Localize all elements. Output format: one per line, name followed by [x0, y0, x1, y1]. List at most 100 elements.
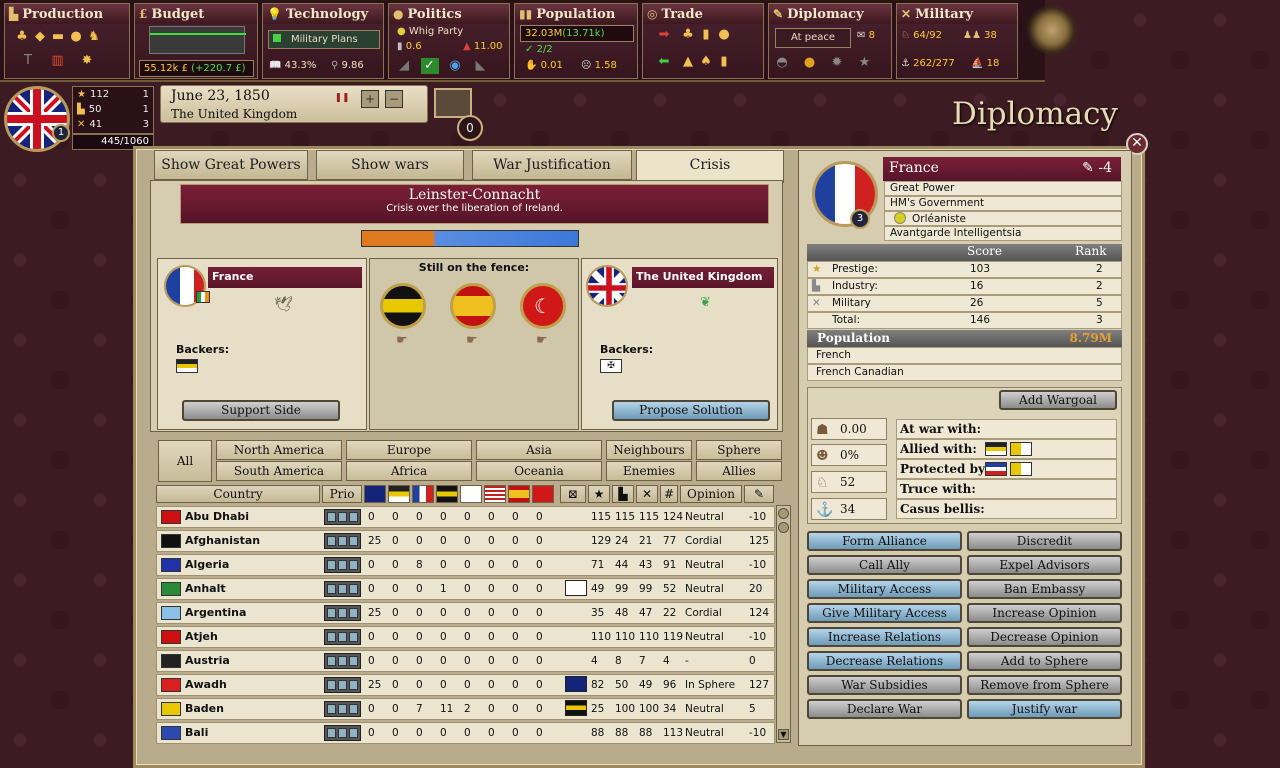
- col-prestige[interactable]: ★: [588, 485, 610, 503]
- priority-selector[interactable]: [324, 677, 361, 693]
- declare-war-button[interactable]: Declare War: [807, 699, 962, 719]
- priority-selector[interactable]: [324, 653, 361, 669]
- fruit-icon[interactable]: ●: [67, 29, 85, 45]
- fence-flag-1[interactable]: [380, 283, 426, 329]
- reforms-icon[interactable]: ◢: [395, 58, 413, 74]
- filter-allies[interactable]: Allies: [696, 461, 782, 481]
- war-subsidies-button[interactable]: War Subsidies: [807, 675, 962, 695]
- current-research[interactable]: Military Plans: [268, 30, 380, 49]
- ban-embassy-button[interactable]: Ban Embassy: [967, 579, 1122, 599]
- justify-war-button[interactable]: Justify war: [967, 699, 1122, 719]
- budget-panel[interactable]: £ Budget 55.12k £ (+220.7 £): [134, 3, 258, 79]
- col-ottoman-flag[interactable]: [532, 485, 554, 503]
- production-settings-icon[interactable]: ✸: [78, 53, 96, 69]
- filter-africa[interactable]: Africa: [346, 461, 472, 481]
- call-ally-button[interactable]: Call Ally: [807, 555, 962, 575]
- scroll-thumb[interactable]: [778, 522, 789, 533]
- decrease-relations-button[interactable]: Decrease Relations: [807, 651, 962, 671]
- filter-enemies[interactable]: Enemies: [606, 461, 692, 481]
- table-row[interactable]: Algeria 0 0 8 0 0 0 0 0 71 44 43 91 Neutral -10: [156, 554, 775, 576]
- speed-down-button[interactable]: −: [385, 90, 403, 108]
- col-opinion[interactable]: Opinion: [680, 485, 742, 503]
- protector-flag-1[interactable]: [985, 462, 1007, 476]
- support-side-button[interactable]: Support Side: [182, 400, 340, 421]
- globe-icon[interactable]: ◉: [446, 58, 464, 74]
- diplomacy-panel[interactable]: ✎ Diplomacy At peace ✉ 8 ◓ ● ✹ ★: [768, 3, 892, 79]
- remove-from-sphere-button[interactable]: Remove from Sphere: [967, 675, 1122, 695]
- filter-europe[interactable]: Europe: [346, 440, 472, 460]
- military-access-button[interactable]: Military Access: [807, 579, 962, 599]
- filter-south-america[interactable]: South America: [216, 461, 342, 481]
- military-panel[interactable]: ✕ Military ♘ 64/92 ♟♟ 38 ⚓ 262/277 ⛵ 18: [896, 3, 1018, 79]
- table-row[interactable]: Bali 0 0 0 0 0 0 0 0 88 88 88 113 Neutral -10: [156, 722, 775, 744]
- table-row[interactable]: Anhalt 0 0 0 1 0 0 0 0 49 99 99 52 Neutral 20: [156, 578, 775, 600]
- tab-crisis[interactable]: Crisis: [636, 150, 784, 183]
- increase-relations-button[interactable]: Increase Relations: [807, 627, 962, 647]
- form-alliance-button[interactable]: Form Alliance: [807, 531, 962, 551]
- col-spain-flag[interactable]: [508, 485, 530, 503]
- production-panel[interactable]: ▙ Production ♣ ◆ ▬ ● ♞ T ▥ ✸: [4, 3, 130, 79]
- ledger-icon[interactable]: [434, 88, 472, 118]
- filter-asia[interactable]: Asia: [476, 440, 602, 460]
- discredit-button[interactable]: Discredit: [967, 531, 1122, 551]
- give-military-access-button[interactable]: Give Military Access: [807, 603, 962, 623]
- tab-wars[interactable]: Show wars: [316, 150, 464, 180]
- table-scrollbar[interactable]: ▼: [776, 505, 791, 743]
- scroll-up-icon[interactable]: [778, 508, 789, 519]
- star-diplo-icon[interactable]: ★: [856, 55, 874, 71]
- decrease-opinion-button[interactable]: Decrease Opinion: [967, 627, 1122, 647]
- propose-solution-button[interactable]: Propose Solution: [612, 400, 770, 421]
- filter-north-america[interactable]: North America: [216, 440, 342, 460]
- factories-icon[interactable]: ▥: [49, 53, 67, 69]
- helmet-icon[interactable]: ◓: [773, 55, 791, 71]
- priority-selector[interactable]: [324, 557, 361, 573]
- table-row[interactable]: Afghanistan 25 0 0 0 0 0 0 0 129 24 21 77 Cordial 125: [156, 530, 775, 552]
- grain-icon[interactable]: ♣: [13, 29, 31, 45]
- trade-good-1-icon[interactable]: ♣: [679, 27, 697, 43]
- priority-selector[interactable]: [324, 701, 361, 717]
- message-count[interactable]: 0: [457, 115, 483, 141]
- col-industry[interactable]: ▙: [612, 485, 634, 503]
- add-to-sphere-button[interactable]: Add to Sphere: [967, 651, 1122, 671]
- expel-advisors-button[interactable]: Expel Advisors: [967, 555, 1122, 575]
- trade-good-6-icon[interactable]: ▮: [715, 54, 733, 70]
- bomb-icon[interactable]: ●: [801, 55, 819, 71]
- priority-selector[interactable]: [324, 533, 361, 549]
- priority-selector[interactable]: [324, 725, 361, 741]
- export-arrow-icon[interactable]: ➡: [649, 27, 679, 43]
- cattle-icon[interactable]: ♞: [85, 29, 103, 45]
- trade-good-4-icon[interactable]: ▲: [679, 54, 697, 70]
- col-military[interactable]: ✕: [636, 485, 658, 503]
- trade-panel[interactable]: ◎ Trade ➡ ♣ ▮ ● ⬅ ▲ ♠ ▮: [642, 3, 764, 79]
- col-bavaria-flag[interactable]: [436, 485, 458, 503]
- add-wargoal-button[interactable]: Add Wargoal: [999, 390, 1117, 410]
- pause-icon[interactable]: ❚❚: [334, 91, 350, 105]
- col-usa-flag[interactable]: [484, 485, 506, 503]
- filter-oceania[interactable]: Oceania: [476, 461, 602, 481]
- col-prio[interactable]: Prio: [322, 485, 362, 503]
- trade-good-2-icon[interactable]: ▮: [697, 27, 715, 43]
- movements-icon[interactable]: ◣: [472, 58, 490, 74]
- ruling-party[interactable]: ● Whig Party: [397, 26, 463, 37]
- filter-all[interactable]: All: [158, 440, 212, 482]
- ally-flag-1[interactable]: [985, 442, 1007, 456]
- trade-good-3-icon[interactable]: ●: [715, 27, 733, 43]
- col-prussia-flag[interactable]: [460, 485, 482, 503]
- wood-icon[interactable]: ▬: [49, 29, 67, 45]
- col-relations[interactable]: ✎: [744, 485, 774, 503]
- filter-neighbours[interactable]: Neighbours: [606, 440, 692, 460]
- col-country[interactable]: Country: [156, 485, 320, 503]
- priority-selector[interactable]: [324, 509, 361, 525]
- fish-icon[interactable]: ◆: [31, 29, 49, 45]
- speed-up-button[interactable]: +: [361, 90, 379, 108]
- col-rank[interactable]: #: [660, 485, 678, 503]
- table-row[interactable]: Argentina 25 0 0 0 0 0 0 0 35 48 47 22 Cordial 124: [156, 602, 775, 624]
- protector-flag-2[interactable]: [1010, 462, 1032, 476]
- population-panel[interactable]: ▮▮ Population 32.03M(13.71k) ✓ 2/2 ✋ 0.01…: [514, 3, 638, 79]
- table-row[interactable]: Austria 0 0 0 0 0 0 0 0 4 8 7 4 - 0: [156, 650, 775, 672]
- col-austria-flag[interactable]: [388, 485, 410, 503]
- defender-backer-flag[interactable]: ✠: [600, 359, 622, 373]
- attacker-backer-flag[interactable]: [176, 359, 198, 373]
- col-france-flag[interactable]: [412, 485, 434, 503]
- priority-selector[interactable]: [324, 605, 361, 621]
